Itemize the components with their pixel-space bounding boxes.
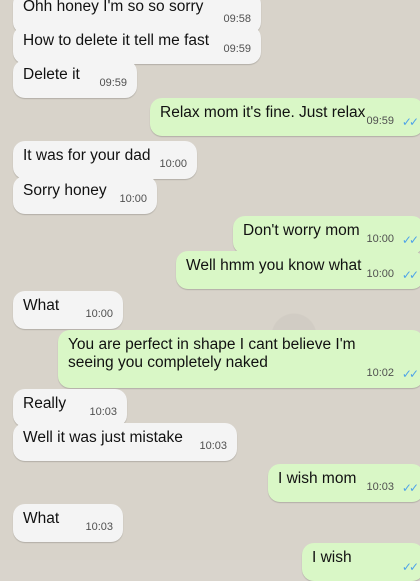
message-text: Relax mom it's fine. Just relax bbox=[160, 104, 366, 121]
message-bubble[interactable]: What 10:03 bbox=[13, 504, 123, 542]
message-bubble[interactable]: Don't worry mom 10:00 ✓✓ bbox=[233, 216, 420, 254]
message-bubble[interactable]: Relax mom it's fine. Just relax 09:59 ✓✓ bbox=[150, 98, 420, 136]
message-time: 10:03 bbox=[89, 406, 117, 418]
message-text: I wish mom bbox=[278, 470, 357, 487]
message-bubble[interactable]: I wish mom 10:03 ✓✓ bbox=[268, 464, 420, 502]
double-check-icon: ✓✓ bbox=[401, 115, 419, 129]
message-bubble[interactable]: Delete it 09:59 bbox=[13, 60, 137, 98]
message-bubble[interactable]: What 10:00 bbox=[13, 291, 123, 329]
double-check-icon: ✓✓ bbox=[401, 481, 419, 495]
message-bubble[interactable]: Well hmm you know what 10:00 ✓✓ bbox=[176, 251, 420, 289]
message-text: Well it was just mistake bbox=[23, 429, 183, 446]
message-text: Sorry honey bbox=[23, 182, 107, 199]
message-time: 09:59 bbox=[366, 115, 394, 127]
message-text: I wish bbox=[312, 549, 352, 566]
message-text: How to delete it tell me fast bbox=[23, 32, 210, 49]
message-time: 10:03 bbox=[85, 521, 113, 533]
message-bubble[interactable]: You are perfect in shape I cant believe … bbox=[58, 330, 420, 388]
message-text: Ohh honey I'm so so sorry bbox=[23, 0, 204, 15]
message-text: What bbox=[23, 297, 60, 314]
message-time: 10:00 bbox=[366, 233, 394, 245]
message-time: 10:02 bbox=[366, 367, 394, 379]
message-time: 10:00 bbox=[119, 193, 147, 205]
message-text: Really bbox=[23, 395, 67, 412]
message-time: 09:59 bbox=[223, 43, 251, 55]
message-bubble[interactable]: I wish ✓✓ bbox=[302, 543, 420, 581]
double-check-icon: ✓✓ bbox=[401, 367, 419, 381]
message-time: 10:00 bbox=[159, 158, 187, 170]
message-text: You are perfect in shape I cant believe … bbox=[68, 336, 356, 371]
message-text: Delete it bbox=[23, 66, 80, 83]
message-time: 09:59 bbox=[99, 77, 127, 89]
double-check-icon: ✓✓ bbox=[401, 268, 419, 282]
message-bubble[interactable]: How to delete it tell me fast 09:59 bbox=[13, 26, 261, 64]
message-text: Well hmm you know what bbox=[186, 257, 362, 274]
message-time: 10:00 bbox=[85, 308, 113, 320]
message-bubble[interactable]: Sorry honey 10:00 bbox=[13, 176, 157, 214]
message-text: Don't worry mom bbox=[243, 222, 360, 239]
message-time: 10:03 bbox=[366, 481, 394, 493]
message-text: It was for your dad bbox=[23, 147, 151, 164]
message-text: What bbox=[23, 510, 60, 527]
message-bubble[interactable]: Well it was just mistake 10:03 bbox=[13, 423, 237, 461]
message-time: 10:00 bbox=[366, 268, 394, 280]
double-check-icon: ✓✓ bbox=[401, 560, 419, 574]
message-bubble[interactable]: It was for your dad 10:00 bbox=[13, 141, 197, 179]
message-time: 10:03 bbox=[199, 440, 227, 452]
message-bubble[interactable]: Really 10:03 bbox=[13, 389, 127, 427]
double-check-icon: ✓✓ bbox=[401, 233, 419, 247]
